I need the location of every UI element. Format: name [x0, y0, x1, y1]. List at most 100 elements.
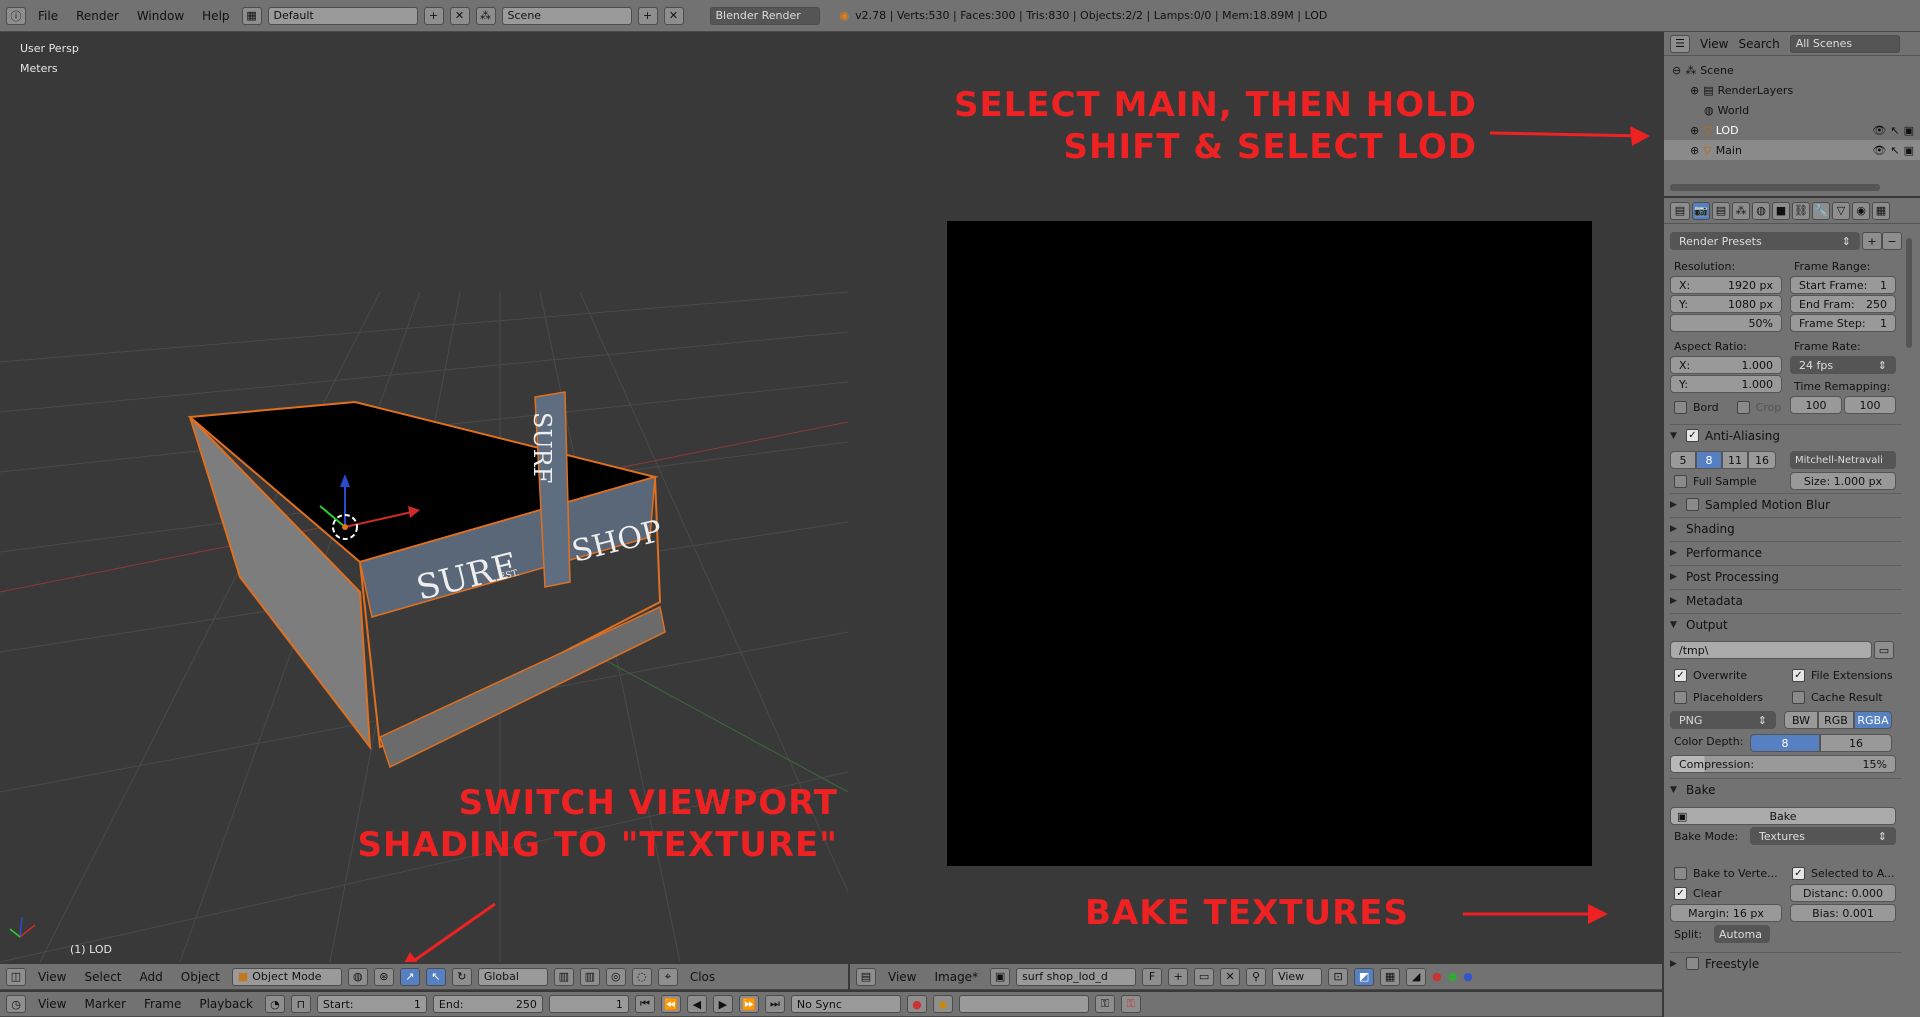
- bias-field[interactable]: Bias: 0.001: [1790, 904, 1896, 922]
- placeholders-checkbox[interactable]: [1674, 690, 1687, 704]
- sync-select[interactable]: No Sync: [790, 995, 901, 1013]
- add-preset-icon[interactable]: +: [1862, 232, 1882, 250]
- select-icon[interactable]: ↖: [1890, 124, 1899, 137]
- render-icon[interactable]: ▣: [1904, 144, 1914, 157]
- object-tab-icon[interactable]: ■: [1772, 201, 1790, 220]
- format-select[interactable]: PNG ⇕: [1670, 711, 1776, 729]
- expand-icon[interactable]: ⊕: [1690, 144, 1699, 157]
- render-icon[interactable]: ▣: [1904, 124, 1914, 137]
- 3d-viewport[interactable]: SURF EST. SHOP SURF User Persp Meters (1…: [0, 32, 848, 962]
- data-tab-icon[interactable]: ▽: [1832, 201, 1850, 220]
- menu-window[interactable]: Window: [131, 9, 190, 23]
- scene-icon[interactable]: ⁂: [475, 6, 496, 25]
- keying-set-icon[interactable]: ◆: [932, 995, 953, 1013]
- frame-rate-select[interactable]: 24 fps ⇕: [1790, 356, 1896, 374]
- aa-sample-11[interactable]: 11: [1722, 451, 1748, 469]
- crop-checkbox[interactable]: [1736, 400, 1750, 414]
- texture-tab-icon[interactable]: ▦: [1872, 201, 1890, 220]
- mode-select[interactable]: ■ Object Mode: [231, 967, 342, 986]
- properties-scrollbar[interactable]: [1906, 238, 1912, 348]
- menu-file[interactable]: File: [32, 9, 64, 23]
- material-tab-icon[interactable]: ◉: [1852, 201, 1870, 220]
- timeline-menu-marker[interactable]: Marker: [78, 997, 131, 1011]
- pivot-icon[interactable]: ⊛: [373, 967, 394, 986]
- shading-mode-icon[interactable]: ◍: [347, 967, 368, 986]
- selected-to-active-checkbox[interactable]: ✓: [1792, 866, 1805, 880]
- scene-tab-icon[interactable]: ⁂: [1732, 201, 1750, 220]
- freestyle-checkbox[interactable]: [1686, 957, 1699, 970]
- post-processing-panel-header[interactable]: ▶ Post Processing: [1670, 565, 1902, 587]
- render-tab-icon[interactable]: 📷: [1692, 201, 1710, 220]
- display-alpha-icon[interactable]: ▦: [1380, 967, 1401, 986]
- outliner[interactable]: ☰ View Search All Scenes ⊖ ⁂ Scene ⊕ ▤ Rende…: [1664, 32, 1920, 196]
- add-scene-icon[interactable]: +: [637, 6, 658, 25]
- layout-icon[interactable]: ▦: [241, 6, 262, 25]
- bake-to-vertex-checkbox[interactable]: [1674, 866, 1687, 880]
- menu-render[interactable]: Render: [70, 9, 125, 23]
- menu-image[interactable]: Image*: [928, 970, 984, 984]
- motion-blur-panel-header[interactable]: ▶ Sampled Motion Blur: [1670, 493, 1902, 515]
- frame-step-field[interactable]: Frame Step: 1: [1790, 314, 1896, 332]
- outliner-item-lod[interactable]: ⊕ ▽ LOD 👁 ↖ ▣: [1664, 120, 1920, 140]
- timeline-menu-view[interactable]: View: [32, 997, 72, 1011]
- res-percent-field[interactable]: 50%: [1670, 314, 1782, 332]
- overwrite-checkbox[interactable]: ✓: [1674, 668, 1687, 682]
- outliner-scenes-select[interactable]: All Scenes: [1789, 34, 1900, 53]
- insert-keyframe-icon[interactable]: ⚿: [1094, 995, 1115, 1013]
- cache-result-checkbox[interactable]: [1792, 690, 1805, 704]
- aa-sample-16[interactable]: 16: [1748, 451, 1776, 469]
- unlink-image-icon[interactable]: ✕: [1220, 967, 1241, 986]
- aspect-x-field[interactable]: X: 1.000: [1670, 356, 1782, 374]
- expand-icon[interactable]: ⊕: [1690, 124, 1699, 137]
- freestyle-panel-header[interactable]: ▶ Freestyle: [1670, 952, 1902, 974]
- remove-preset-icon[interactable]: −: [1882, 232, 1902, 250]
- next-key-icon[interactable]: ⏩: [738, 995, 759, 1013]
- metadata-panel-header[interactable]: ▶ Metadata: [1670, 589, 1902, 611]
- footer-tail[interactable]: Clos: [684, 970, 721, 984]
- fake-user-button[interactable]: F: [1142, 967, 1163, 986]
- expand-icon[interactable]: ⊕: [1690, 84, 1699, 97]
- pin-icon[interactable]: ⚲: [1246, 967, 1267, 986]
- editor-type-info-icon[interactable]: ⓘ: [6, 6, 26, 25]
- properties-editor[interactable]: ▤ 📷 ▤ ⁂ ◍ ■ ⛓ 🔧 ▽ ◉ ▦ Render Presets ⇕ + …: [1664, 198, 1920, 1017]
- outliner-item-renderlayers[interactable]: ⊕ ▤ RenderLayers: [1664, 80, 1920, 100]
- layout-field[interactable]: Default: [267, 6, 418, 25]
- delete-layout-icon[interactable]: ✕: [449, 6, 470, 25]
- bake-panel-header[interactable]: ▼ Bake: [1670, 778, 1902, 800]
- green-channel-icon[interactable]: ●: [1448, 970, 1458, 983]
- manipulator-icon[interactable]: ↗: [399, 967, 420, 986]
- new-image-icon[interactable]: +: [1168, 967, 1189, 986]
- lock-range-icon[interactable]: ⊓: [290, 995, 311, 1013]
- editor-type-image-icon[interactable]: ▤: [856, 967, 876, 986]
- split-select[interactable]: Automa: [1714, 925, 1770, 943]
- editor-type-properties-icon[interactable]: ▤: [1670, 201, 1690, 220]
- aa-sample-5[interactable]: 5: [1670, 451, 1696, 469]
- add-layout-icon[interactable]: +: [423, 6, 444, 25]
- anti-aliasing-panel-header[interactable]: ▼ ✓ Anti-Aliasing: [1670, 424, 1902, 446]
- color-rgba[interactable]: RGBA: [1854, 711, 1892, 729]
- image-name-field[interactable]: surf shop_lod_d: [1016, 967, 1137, 986]
- outliner-item-main[interactable]: ⊕ ▽ Main 👁 ↖ ▣: [1664, 140, 1920, 160]
- menu-view[interactable]: View: [32, 970, 72, 984]
- play-icon[interactable]: ▶: [712, 995, 733, 1013]
- menu-select[interactable]: Select: [78, 970, 127, 984]
- full-sample-checkbox[interactable]: [1674, 474, 1687, 488]
- visibility-icon[interactable]: 👁: [1872, 144, 1886, 157]
- editor-type-timeline-icon[interactable]: ◷: [6, 995, 26, 1013]
- scene-field[interactable]: Scene: [501, 6, 632, 25]
- start-frame-prop-field[interactable]: Start Frame: 1: [1790, 276, 1896, 294]
- color-bw[interactable]: BW: [1784, 711, 1818, 729]
- end-frame-prop-field[interactable]: End Fram: 250: [1790, 295, 1896, 313]
- record-icon[interactable]: ●: [906, 995, 927, 1013]
- current-frame-field[interactable]: 1: [548, 995, 629, 1013]
- remap-new-field[interactable]: 100: [1844, 396, 1896, 414]
- collapse-icon[interactable]: ⊖: [1672, 64, 1681, 77]
- folder-icon[interactable]: ▭: [1874, 641, 1894, 659]
- orientation-select[interactable]: Global: [477, 967, 548, 986]
- render-layers-tab-icon[interactable]: ▤: [1712, 201, 1730, 220]
- display-z-icon[interactable]: ◢: [1406, 967, 1427, 986]
- editor-type-3d-icon[interactable]: ◫: [6, 967, 26, 986]
- anti-aliasing-checkbox[interactable]: ✓: [1686, 429, 1699, 442]
- remap-old-field[interactable]: 100: [1790, 396, 1842, 414]
- play-reverse-icon[interactable]: ◀: [686, 995, 707, 1013]
